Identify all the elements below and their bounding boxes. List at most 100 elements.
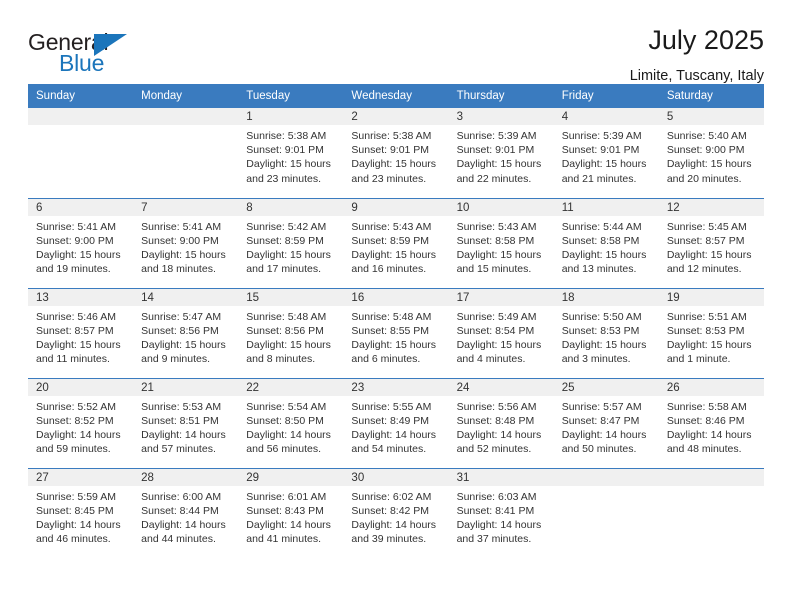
sunset-text: Sunset: 8:46 PM: [666, 414, 745, 427]
day-cell[interactable]: 19 Sunrise: 5:51 AM Sunset: 8:53 PM Dayligh…: [658, 287, 764, 378]
general-blue-logo[interactable]: General Blue: [28, 26, 140, 78]
day-number: 2: [343, 108, 449, 125]
daylight-text-line1: Daylight: 15 hours: [456, 338, 542, 351]
day-cell[interactable]: 18 Sunrise: 5:50 AM Sunset: 8:53 PM Dayligh…: [553, 287, 659, 378]
sunrise-text: Sunrise: 5:50 AM: [561, 310, 642, 323]
daylight-text-line1: Daylight: 14 hours: [456, 428, 542, 441]
day-cell[interactable]: 2 Sunrise: 5:38 AM Sunset: 9:01 PM Daylight…: [343, 108, 449, 198]
sunrise-text: Sunrise: 6:00 AM: [141, 490, 222, 503]
sunset-text: Sunset: 8:56 PM: [246, 324, 324, 337]
daylight-text-line1: Daylight: 15 hours: [456, 248, 542, 261]
calendar-week-row: 20 Sunrise: 5:52 AM Sunset: 8:52 PM Dayligh…: [28, 377, 764, 468]
day-cell[interactable]: 26 Sunrise: 5:58 AM Sunset: 8:46 PM Dayligh…: [658, 377, 764, 468]
sunset-text: Sunset: 8:48 PM: [456, 414, 535, 427]
sunrise-text: Sunrise: 5:43 AM: [456, 220, 537, 233]
day-number: 27: [28, 468, 134, 486]
day-number: [658, 468, 764, 486]
daylight-text-line2: and 54 minutes.: [351, 443, 427, 456]
sunset-text: Sunset: 8:42 PM: [351, 504, 430, 517]
daylight-text-line2: and 18 minutes.: [141, 263, 216, 276]
sunrise-text: Sunrise: 5:44 AM: [561, 220, 642, 233]
day-cell-empty: [28, 108, 134, 198]
sunrise-text: Sunrise: 5:58 AM: [666, 400, 747, 413]
sunrise-text: Sunrise: 5:41 AM: [141, 220, 222, 233]
day-cell[interactable]: 4 Sunrise: 5:39 AM Sunset: 9:01 PM Daylight…: [553, 108, 659, 198]
daylight-text-line2: and 50 minutes.: [561, 443, 637, 456]
day-cell[interactable]: 9 Sunrise: 5:43 AM Sunset: 8:59 PM Daylight…: [343, 197, 449, 288]
day-cell[interactable]: 11 Sunrise: 5:44 AM Sunset: 8:58 PM Dayligh…: [553, 197, 659, 288]
calendar-page: General Blue July 2025 Limite, Tuscany, …: [0, 0, 792, 612]
sunrise-text: Sunrise: 5:46 AM: [36, 310, 116, 323]
daylight-text-line2: and 11 minutes.: [36, 353, 110, 366]
day-number: 15: [238, 288, 344, 306]
sunrise-text: Sunrise: 5:38 AM: [351, 130, 432, 142]
day-cell[interactable]: 20 Sunrise: 5:52 AM Sunset: 8:52 PM Dayligh…: [28, 377, 134, 468]
sunrise-text: Sunrise: 5:39 AM: [561, 130, 642, 142]
calendar-table: Sunday Monday Tuesday Wednesday Thursday Frid…: [28, 84, 764, 558]
sunrise-text: Sunrise: 5:43 AM: [351, 220, 432, 233]
day-number: 21: [133, 378, 239, 396]
daylight-text-line1: Daylight: 15 hours: [351, 248, 437, 261]
day-cell[interactable]: 31 Sunrise: 6:03 AM Sunset: 8:41 PM Dayligh…: [448, 467, 554, 558]
day-cell[interactable]: 16 Sunrise: 5:48 AM Sunset: 8:55 PM Dayligh…: [343, 287, 449, 378]
day-cell[interactable]: 12 Sunrise: 5:45 AM Sunset: 8:57 PM Dayligh…: [658, 197, 764, 288]
day-cell[interactable]: 14 Sunrise: 5:47 AM Sunset: 8:56 PM Dayligh…: [133, 287, 239, 378]
day-cell[interactable]: 8 Sunrise: 5:42 AM Sunset: 8:59 PM Daylight…: [238, 197, 344, 288]
sunrise-text: Sunrise: 5:55 AM: [351, 400, 432, 413]
day-cell[interactable]: 5 Sunrise: 5:40 AM Sunset: 9:00 PM Daylight…: [658, 108, 764, 198]
sunset-text: Sunset: 9:00 PM: [36, 234, 114, 247]
daylight-text-line2: and 15 minutes.: [456, 263, 532, 276]
day-cell[interactable]: 24 Sunrise: 5:56 AM Sunset: 8:48 PM Dayligh…: [448, 377, 554, 468]
daylight-text-line1: Daylight: 14 hours: [141, 428, 226, 441]
sunset-text: Sunset: 8:54 PM: [456, 324, 535, 337]
day-cell[interactable]: 27 Sunrise: 5:59 AM Sunset: 8:45 PM Dayligh…: [28, 467, 134, 558]
calendar-week-row: 6 Sunrise: 5:41 AM Sunset: 9:00 PM Daylight…: [28, 197, 764, 288]
day-cell[interactable]: 17 Sunrise: 5:49 AM Sunset: 8:54 PM Dayligh…: [448, 287, 554, 378]
daylight-text-line2: and 12 minutes.: [666, 263, 742, 276]
day-cell[interactable]: 3 Sunrise: 5:39 AM Sunset: 9:01 PM Daylight…: [448, 108, 554, 198]
sunrise-text: Sunrise: 5:47 AM: [141, 310, 222, 323]
sunrise-text: Sunrise: 5:49 AM: [456, 310, 537, 323]
daylight-text-line2: and 21 minutes.: [561, 172, 637, 185]
sunrise-text: Sunrise: 5:40 AM: [666, 130, 747, 142]
day-number: 3: [448, 108, 554, 125]
daylight-text-line1: Daylight: 15 hours: [246, 248, 331, 261]
sunset-text: Sunset: 9:00 PM: [141, 234, 219, 247]
sunrise-text: Sunrise: 5:54 AM: [246, 400, 327, 413]
daylight-text-line2: and 8 minutes.: [246, 353, 316, 366]
day-cell[interactable]: 29 Sunrise: 6:01 AM Sunset: 8:43 PM Dayligh…: [238, 467, 344, 558]
calendar-header-row: Sunday Monday Tuesday Wednesday Thursday Frid…: [28, 84, 764, 108]
daylight-text-line2: and 9 minutes.: [141, 353, 211, 366]
sunrise-text: Sunrise: 5:41 AM: [36, 220, 116, 233]
day-number: 12: [658, 198, 764, 216]
day-cell[interactable]: 7 Sunrise: 5:41 AM Sunset: 9:00 PM Daylight…: [133, 197, 239, 288]
day-cell[interactable]: 15 Sunrise: 5:48 AM Sunset: 8:56 PM Dayligh…: [238, 287, 344, 378]
day-number: 10: [448, 198, 554, 216]
day-cell[interactable]: 10 Sunrise: 5:43 AM Sunset: 8:58 PM Dayligh…: [448, 197, 554, 288]
day-cell[interactable]: 25 Sunrise: 5:57 AM Sunset: 8:47 PM Dayligh…: [553, 377, 659, 468]
day-number: 1: [238, 108, 344, 125]
day-cell[interactable]: 6 Sunrise: 5:41 AM Sunset: 9:00 PM Daylight…: [28, 197, 134, 288]
day-number: 4: [553, 108, 659, 125]
day-cell[interactable]: 1 Sunrise: 5:38 AM Sunset: 9:01 PM Daylight…: [238, 108, 344, 198]
sunrise-text: Sunrise: 5:38 AM: [246, 130, 327, 142]
day-number: 19: [658, 288, 764, 306]
sunrise-text: Sunrise: 5:48 AM: [351, 310, 432, 323]
daylight-text-line2: and 22 minutes.: [456, 172, 532, 185]
weekday-header-monday: Monday: [133, 84, 239, 108]
sunset-text: Sunset: 8:47 PM: [561, 414, 640, 427]
day-number: [28, 108, 134, 125]
day-cell[interactable]: 23 Sunrise: 5:55 AM Sunset: 8:49 PM Dayligh…: [343, 377, 449, 468]
day-cell[interactable]: 30 Sunrise: 6:02 AM Sunset: 8:42 PM Dayligh…: [343, 467, 449, 558]
daylight-text-line2: and 37 minutes.: [456, 533, 532, 546]
calendar-week-row: 13 Sunrise: 5:46 AM Sunset: 8:57 PM Dayligh…: [28, 287, 764, 378]
sunset-text: Sunset: 9:01 PM: [246, 144, 324, 157]
daylight-text-line1: Daylight: 15 hours: [561, 338, 647, 351]
day-cell[interactable]: 22 Sunrise: 5:54 AM Sunset: 8:50 PM Dayligh…: [238, 377, 344, 468]
day-cell[interactable]: 13 Sunrise: 5:46 AM Sunset: 8:57 PM Dayligh…: [28, 287, 134, 378]
calendar-body: 1 Sunrise: 5:38 AM Sunset: 9:01 PM Daylight…: [28, 108, 764, 558]
day-cell[interactable]: 28 Sunrise: 6:00 AM Sunset: 8:44 PM Dayligh…: [133, 467, 239, 558]
day-cell[interactable]: 21 Sunrise: 5:53 AM Sunset: 8:51 PM Dayligh…: [133, 377, 239, 468]
daylight-text-line1: Daylight: 15 hours: [666, 338, 752, 351]
page-title: July 2025: [648, 25, 764, 55]
